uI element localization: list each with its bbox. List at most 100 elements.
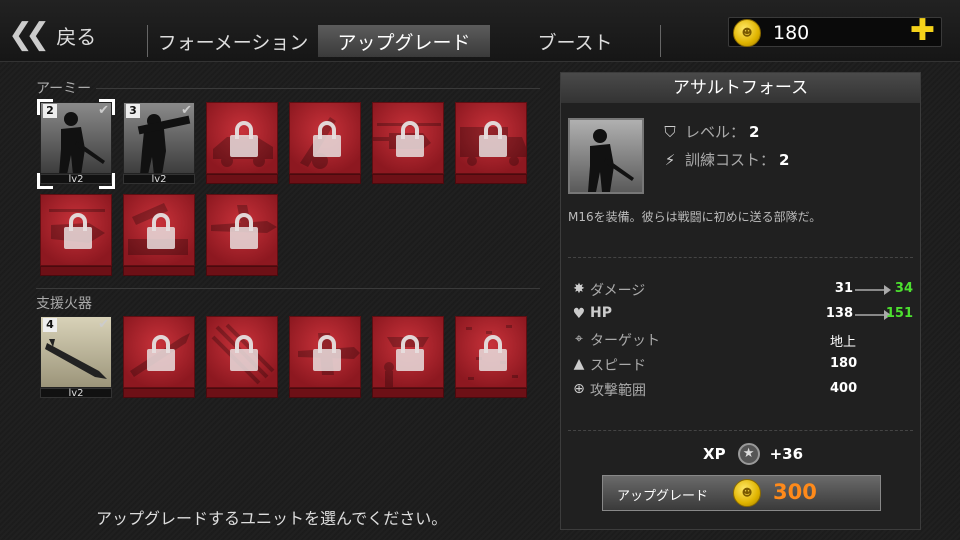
unit-tile-locked[interactable]: [123, 316, 195, 402]
unit-portrait: [455, 316, 527, 388]
coin-icon: [733, 479, 761, 507]
lock-icon: [230, 121, 258, 157]
unit-portrait: [123, 194, 195, 266]
xp-reward: XP ★ +36: [703, 443, 803, 465]
unit-tile-locked[interactable]: [206, 194, 278, 280]
tab-upgrade[interactable]: アップグレード: [318, 25, 490, 57]
unit-tile-locked[interactable]: [289, 102, 361, 188]
lock-icon: [147, 335, 175, 371]
divider: [568, 257, 913, 258]
lock-icon: [396, 121, 424, 157]
check-icon: ✔: [98, 317, 109, 332]
unit-level: lv2: [40, 388, 112, 399]
unit-tile-locked[interactable]: [206, 316, 278, 402]
divider: [568, 430, 913, 431]
unit-level-row: ⛉ レベル： 2: [661, 121, 759, 142]
explosion-icon: ✸: [573, 281, 585, 297]
unit-tile-missile[interactable]: 4 ✔ lv2: [40, 316, 112, 402]
unit-portrait: [206, 316, 278, 388]
unit-level: lv2: [123, 174, 195, 185]
unit-name: アサルトフォース: [561, 73, 920, 103]
stat-speed: ▲ スピード 180: [568, 355, 913, 375]
back-button[interactable]: ❮❮ 戻る: [8, 20, 96, 50]
tab-divider: [660, 25, 661, 57]
lock-icon: [396, 335, 424, 371]
stat-damage: ✸ ダメージ 31 34: [568, 280, 913, 300]
lock-icon: [313, 335, 341, 371]
divider: [96, 88, 540, 89]
globe-icon: ⊕: [573, 381, 585, 397]
unit-portrait-large: [568, 118, 644, 194]
instruction-text: アップグレードするユニットを選んでください。: [96, 509, 448, 528]
unit-tile-locked[interactable]: [206, 102, 278, 188]
lock-icon: [479, 335, 507, 371]
upgrade-label: アップグレード: [617, 489, 709, 504]
boot-icon: ▲: [573, 356, 585, 372]
add-coins-button[interactable]: ✚: [910, 16, 935, 46]
upgrade-cost: 300: [773, 480, 817, 504]
selection-corner: [37, 99, 53, 115]
unit-count-badge: 3: [126, 104, 140, 118]
unit-detail-panel: アサルトフォース ⛉ レベル： 2 ⚡ 訓練コスト： 2 M16を装備。彼らは戦…: [560, 72, 921, 530]
unit-tile-rifleman[interactable]: 2 ✔ lv2: [37, 99, 115, 189]
arrow-right-icon: [855, 285, 891, 295]
selection-corner: [99, 173, 115, 189]
lock-icon: [230, 335, 258, 371]
selection-corner: [99, 99, 115, 115]
unit-portrait: [206, 102, 278, 174]
unit-tile-locked[interactable]: [372, 316, 444, 402]
stat-target: ⌖ ターゲット 地上: [568, 330, 913, 350]
selection-corner: [37, 173, 53, 189]
cost-value: 2: [779, 150, 790, 169]
xp-value: +36: [769, 445, 804, 463]
army-section-label: アーミー: [36, 81, 92, 97]
unit-portrait: [289, 316, 361, 388]
check-icon: ✔: [181, 103, 192, 118]
unit-portrait: [40, 194, 112, 266]
tab-formation[interactable]: フォーメーション: [148, 25, 318, 57]
heart-icon: ♥: [572, 306, 586, 322]
chevron-badge-icon: ⛉: [664, 122, 676, 141]
upgrade-button[interactable]: アップグレード 300: [602, 475, 881, 511]
training-cost-row: ⚡ 訓練コスト： 2: [661, 149, 790, 170]
lightning-icon: ⚡: [664, 150, 676, 169]
unit-tile-locked[interactable]: [455, 316, 527, 402]
coin-counter: 180 ✚: [728, 16, 942, 47]
unit-tile-bazooka[interactable]: 3 ✔ lv2: [123, 102, 195, 188]
coin-icon: [733, 19, 761, 47]
unit-tile-locked[interactable]: [372, 102, 444, 188]
unit-portrait: [206, 194, 278, 266]
unit-portrait: [123, 316, 195, 388]
top-bar: ❮❮ 戻る フォーメーション アップグレード ブースト 180 ✚: [0, 0, 960, 62]
coin-amount: 180: [773, 22, 810, 44]
lock-icon: [147, 213, 175, 249]
unit-portrait: [372, 102, 444, 174]
lock-icon: [313, 121, 341, 157]
divider: [36, 288, 540, 289]
lock-icon: [230, 213, 258, 249]
unit-portrait: [289, 102, 361, 174]
stat-hp: ♥ HP 138 151: [568, 305, 913, 325]
tab-boost[interactable]: ブースト: [490, 25, 660, 57]
support-section-label: 支援火器: [36, 296, 92, 312]
unit-tile-locked[interactable]: [289, 316, 361, 402]
stat-range: ⊕ 攻撃範囲 400: [568, 380, 913, 400]
xp-label: XP: [703, 445, 726, 463]
unit-portrait: [455, 102, 527, 174]
unit-tile-locked[interactable]: [455, 102, 527, 188]
arrow-right-icon: [855, 310, 891, 320]
level-label: レベル：: [685, 123, 746, 141]
unit-description: M16を装備。彼らは戦闘に初めに送る部隊だ。: [568, 210, 822, 224]
lock-icon: [479, 121, 507, 157]
rifleman-icon: [588, 129, 634, 192]
unit-tile-locked[interactable]: [123, 194, 195, 280]
cost-label: 訓練コスト：: [685, 151, 776, 169]
unit-tile-locked[interactable]: [40, 194, 112, 280]
crosshair-icon: ⌖: [575, 331, 583, 347]
back-label: 戻る: [56, 24, 97, 49]
unit-count-badge: 4: [43, 318, 57, 332]
lock-icon: [64, 213, 92, 249]
double-chevron-left-icon: ❮❮: [8, 17, 50, 52]
unit-portrait: [372, 316, 444, 388]
level-value: 2: [749, 122, 760, 141]
